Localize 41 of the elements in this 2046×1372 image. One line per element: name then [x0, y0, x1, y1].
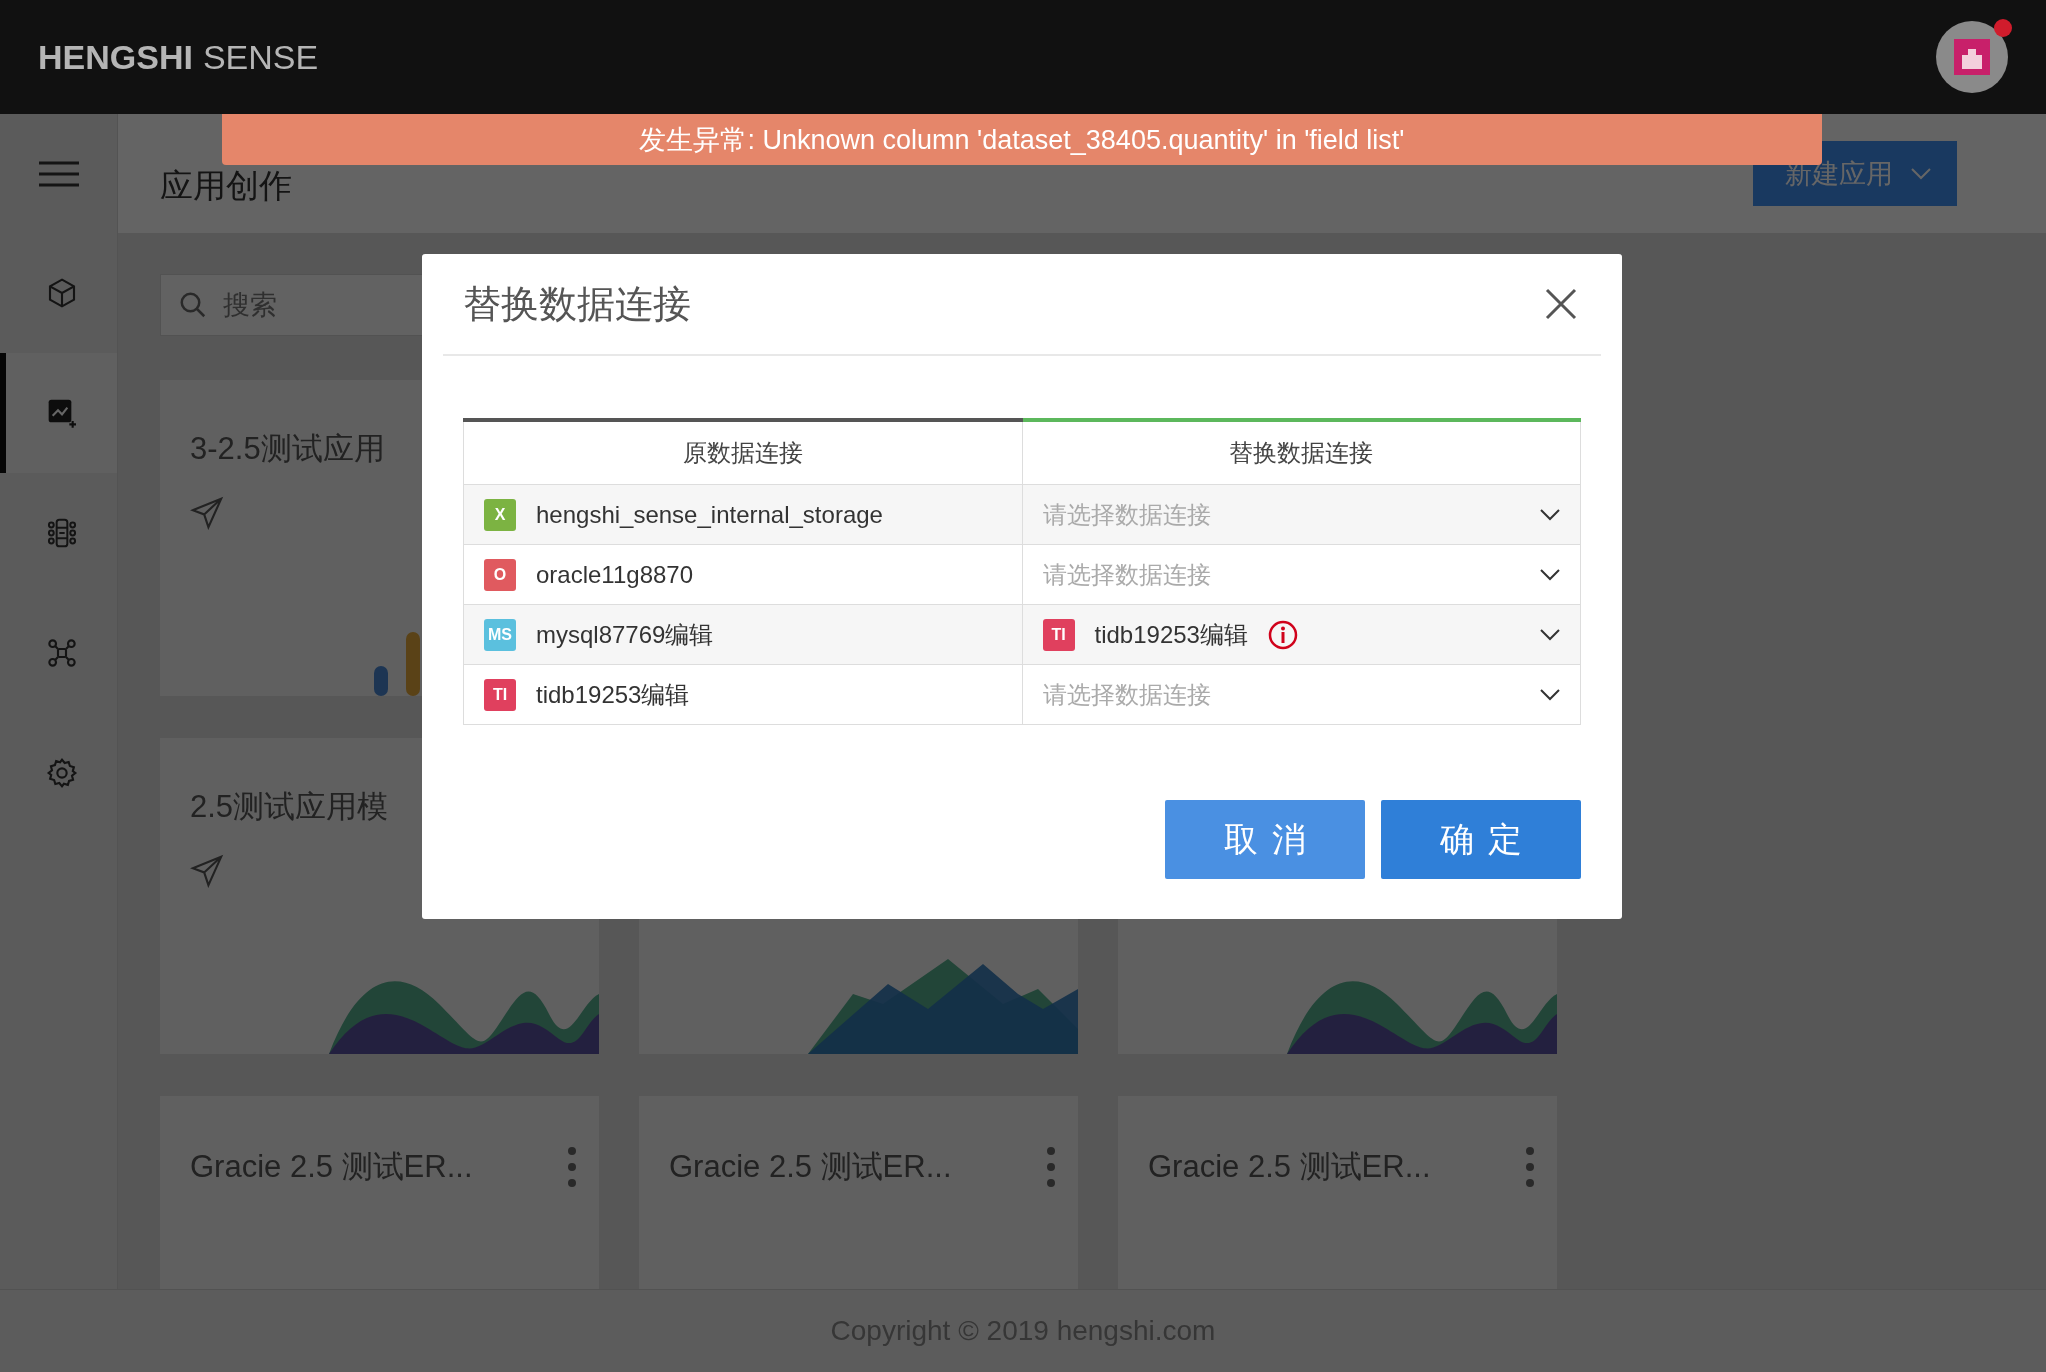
chevron-down-icon — [1540, 688, 1560, 701]
app-title: 3-2.5测试应用 — [190, 430, 386, 468]
dialog-title: 替换数据连接 — [463, 281, 691, 327]
more-icon[interactable] — [1046, 1146, 1056, 1188]
app-title: Gracie 2.5 测试ER... — [1148, 1148, 1431, 1186]
page-title: 应用创作 — [160, 166, 292, 206]
network-icon — [45, 637, 78, 669]
profile-icon — [1954, 39, 1990, 75]
connection-select[interactable]: 请选择数据连接 — [1022, 665, 1580, 724]
more-icon[interactable] — [1525, 1146, 1535, 1188]
confirm-button[interactable]: 确定 — [1381, 800, 1581, 879]
error-toast: 发生异常: Unknown column 'dataset_38405.quantity' in 'field list' — [222, 114, 1822, 165]
app-card[interactable]: Gracie 2.5 测试ER... — [1118, 1096, 1557, 1289]
database-badge: TI — [1042, 618, 1075, 651]
connection-select[interactable]: TI tidb19253编辑 — [1022, 605, 1580, 664]
app-title: Gracie 2.5 测试ER... — [669, 1148, 952, 1186]
cancel-button[interactable]: 取消 — [1165, 800, 1365, 879]
menu-icon[interactable] — [38, 160, 79, 187]
more-icon[interactable] — [567, 1146, 577, 1188]
send-icon[interactable] — [190, 854, 224, 888]
chevron-down-icon — [1540, 628, 1560, 641]
logo: HENGSHI SENSE — [38, 37, 319, 77]
sidebar-item[interactable] — [0, 353, 117, 473]
settings-icon — [45, 757, 78, 789]
chevron-down-icon — [1540, 508, 1560, 521]
database-badge: MS — [484, 618, 516, 651]
app-title: Gracie 2.5 测试ER... — [190, 1148, 473, 1186]
send-icon[interactable] — [190, 496, 224, 530]
app-title: 2.5测试应用模 — [190, 788, 390, 826]
database-badge: X — [484, 498, 516, 531]
connection-select[interactable]: 请选择数据连接 — [1022, 485, 1580, 544]
data-tree-icon — [45, 517, 78, 549]
app-card[interactable]: Gracie 2.5 测试ER... — [160, 1096, 599, 1289]
chevron-down-icon — [1540, 568, 1560, 581]
chevron-down-icon — [1911, 167, 1931, 180]
bar-chart-drawing — [374, 632, 420, 696]
database-badge: TI — [484, 678, 516, 711]
database-badge: O — [484, 558, 516, 591]
connection-select[interactable]: 请选择数据连接 — [1022, 545, 1580, 604]
app-card[interactable]: Gracie 2.5 测试ER... — [639, 1096, 1078, 1289]
info-icon[interactable] — [1267, 619, 1298, 650]
